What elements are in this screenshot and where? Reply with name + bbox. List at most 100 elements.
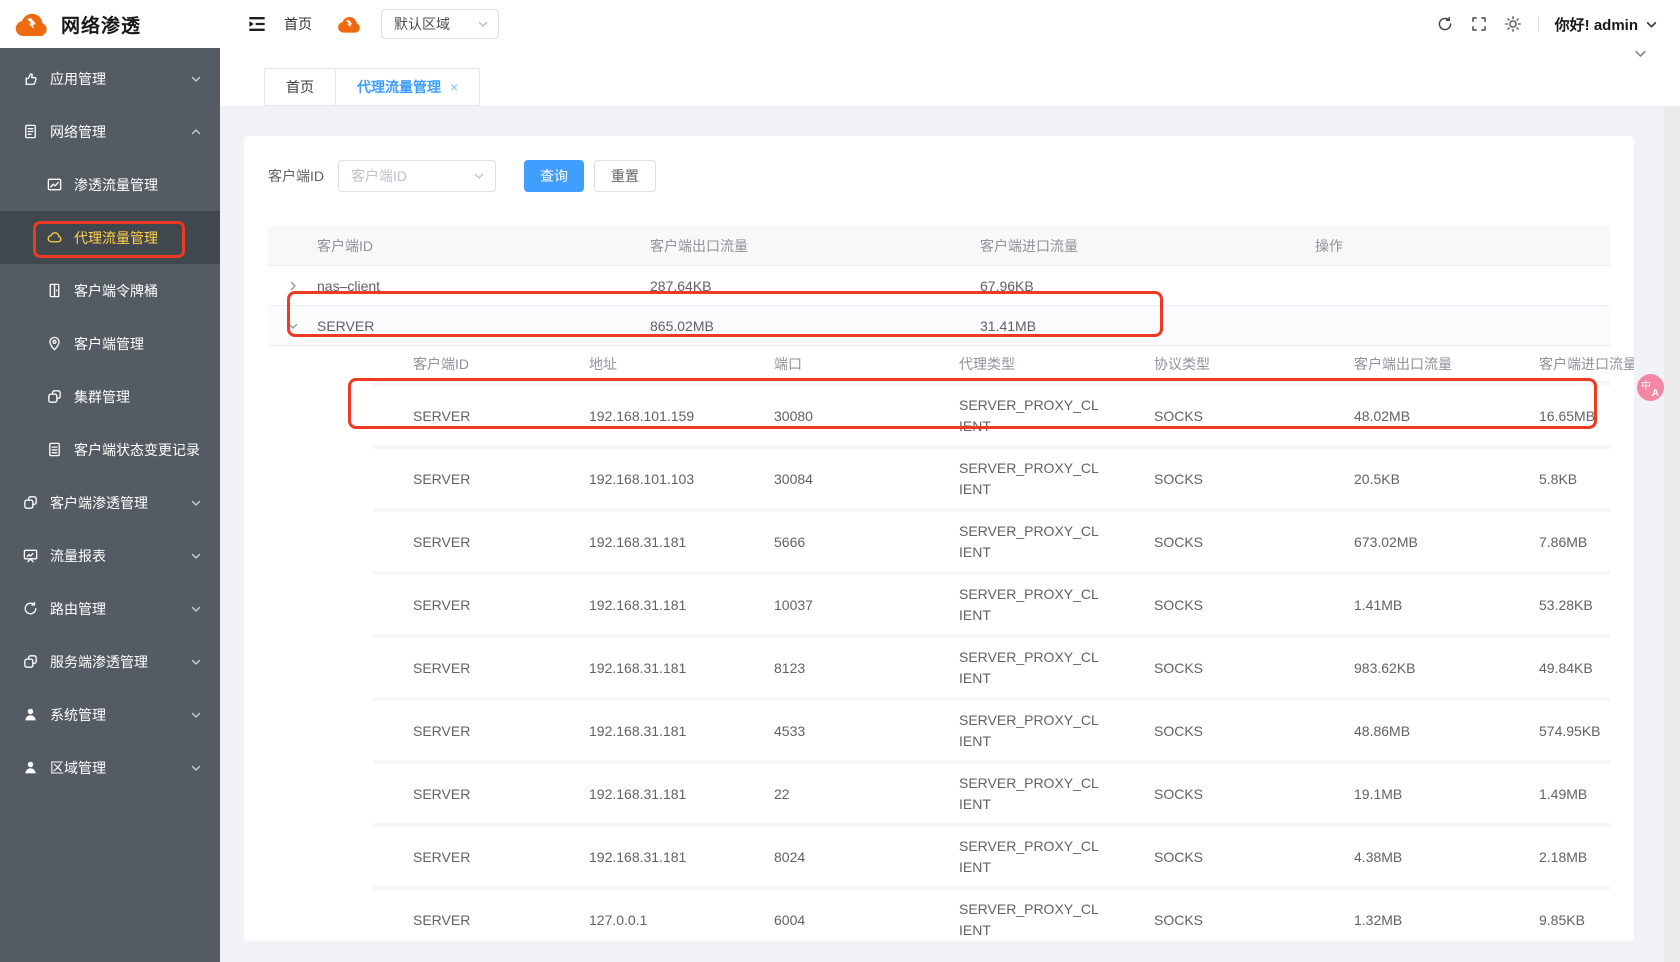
sidebar-item-label: 服务端渗透管理 [50, 652, 190, 672]
cell-protocol-type: SOCKS [1114, 786, 1314, 802]
cell-protocol-type: SOCKS [1114, 849, 1314, 865]
search-button[interactable]: 查询 [524, 160, 584, 192]
cell-out-traffic: 673.02MB [1314, 534, 1499, 550]
cell-out-traffic: 1.41MB [1314, 597, 1499, 613]
reset-button[interactable]: 重置 [594, 160, 656, 192]
cell-in-traffic: 16.65MB [1499, 408, 1610, 424]
brand-cloud-icon [13, 11, 51, 38]
collapse-row-icon[interactable] [268, 320, 317, 332]
chevron-down-icon [190, 73, 202, 85]
trend-chart-icon [46, 176, 63, 193]
cell-client-id: SERVER [373, 849, 549, 865]
cell-address: 192.168.31.181 [549, 597, 734, 613]
cell-proxy-type: SERVER_PROXY_CLIENT [919, 521, 1114, 563]
inner-table: 客户端ID地址端口代理类型协议类型客户端出口流量客户端进口流量SERVER192… [373, 346, 1610, 941]
cell-client-id: SERVER [317, 318, 650, 334]
sidebar-item-location-pin[interactable]: 客户端管理 [0, 317, 220, 370]
tab-close-icon[interactable]: × [450, 79, 458, 95]
main-area: 首页 默认区域 你好! admin [220, 0, 1680, 962]
cell-address: 192.168.101.103 [549, 471, 734, 487]
cell-proxy-type: SERVER_PROXY_CLIENT [919, 395, 1114, 437]
filter-row: 客户端ID 客户端ID 查询 重置 [244, 136, 1634, 192]
cell-in-traffic: 2.18MB [1499, 849, 1610, 865]
chevron-down-icon [190, 709, 202, 721]
tab-label: 代理流量管理 [357, 77, 441, 97]
sidebar-item-label: 代理流量管理 [74, 228, 202, 248]
sidebar-group-document[interactable]: 网络管理 [0, 105, 220, 158]
translate-fab[interactable]: 中 A [1637, 374, 1664, 401]
region-cloud-icon [336, 15, 363, 34]
sidebar-group-thumb[interactable]: 应用管理 [0, 52, 220, 105]
sidebar-group-link[interactable]: 客户端渗透管理 [0, 476, 220, 529]
client-id-select[interactable]: 客户端ID [338, 160, 496, 192]
sidebar-item-cluster[interactable]: 集群管理 [0, 370, 220, 423]
inner-table-row[interactable]: SERVER192.168.31.1818024SERVER_PROXY_CLI… [373, 823, 1610, 886]
document-icon [22, 123, 39, 140]
cell-client-id: SERVER [373, 534, 549, 550]
inner-table-row[interactable]: SERVER192.168.31.18110037SERVER_PROXY_CL… [373, 571, 1610, 634]
chevron-down-icon [190, 497, 202, 509]
cell-protocol-type: SOCKS [1114, 912, 1314, 928]
tab-home[interactable]: 首页 [264, 68, 336, 106]
outer-header-cell: 操作 [1315, 236, 1610, 256]
inner-table-row[interactable]: SERVER127.0.0.16004SERVER_PROXY_CLIENTSO… [373, 886, 1610, 941]
report-board-icon [22, 547, 39, 564]
sidebar-group-route[interactable]: 路由管理 [0, 582, 220, 635]
cell-out-traffic: 48.86MB [1314, 723, 1499, 739]
header-block: 首页 默认区域 你好! admin [220, 0, 1680, 107]
cell-proxy-type: SERVER_PROXY_CLIENT [919, 899, 1114, 941]
cell-protocol-type: SOCKS [1114, 660, 1314, 676]
cell-client-id: SERVER [373, 786, 549, 802]
cell-address: 192.168.31.181 [549, 849, 734, 865]
tab-active[interactable]: 代理流量管理 × [335, 68, 480, 106]
inner-table-row[interactable]: SERVER192.168.31.1818123SERVER_PROXY_CLI… [373, 634, 1610, 697]
cell-in-traffic: 1.49MB [1499, 786, 1610, 802]
inner-table-header: 客户端ID地址端口代理类型协议类型客户端出口流量客户端进口流量 [373, 346, 1610, 382]
cell-address: 192.168.31.181 [549, 723, 734, 739]
chevron-down-icon [190, 656, 202, 668]
record-doc-icon [46, 441, 63, 458]
region-select[interactable]: 默认区域 [381, 9, 499, 39]
route-icon [22, 600, 39, 617]
theme-sun-icon[interactable] [1504, 15, 1522, 33]
region-select-value: 默认区域 [394, 14, 450, 34]
cell-client-id: SERVER [373, 912, 549, 928]
tabs-dropdown-icon[interactable] [1633, 0, 1648, 107]
inner-header-cell: 客户端进口流量 [1499, 354, 1634, 374]
inner-table-row[interactable]: SERVER192.168.31.1814533SERVER_PROXY_CLI… [373, 697, 1610, 760]
content-area: 客户端ID 客户端ID 查询 重置 客户端ID客户端出口流量客户端进口流量操作n… [220, 107, 1680, 962]
cell-out-traffic: 983.62KB [1314, 660, 1499, 676]
outer-table-row[interactable]: nas–client287.64KB67.96KB [268, 266, 1610, 306]
outer-header-cell: 客户端进口流量 [980, 236, 1315, 256]
outer-header-cell: 客户端ID [317, 236, 650, 256]
outer-table-row[interactable]: SERVER865.02MB31.41MB [268, 306, 1610, 346]
expand-row-icon[interactable] [268, 280, 317, 292]
inner-header-cell: 协议类型 [1114, 354, 1314, 374]
sidebar-group-link[interactable]: 服务端渗透管理 [0, 635, 220, 688]
cell-port: 30084 [734, 471, 919, 487]
refresh-icon[interactable] [1436, 15, 1454, 33]
sidebar-item-cloud[interactable]: 代理流量管理 [0, 211, 220, 264]
sidebar-group-report-board[interactable]: 流量报表 [0, 529, 220, 582]
inner-header-cell: 端口 [734, 354, 919, 374]
sidebar-group-user[interactable]: 系统管理 [0, 688, 220, 741]
inner-header-cell: 地址 [549, 354, 734, 374]
cell-client-id: nas–client [317, 278, 650, 294]
cloud-icon [46, 229, 63, 246]
cell-out-traffic: 48.02MB [1314, 408, 1499, 424]
inner-table-row[interactable]: SERVER192.168.31.1815666SERVER_PROXY_CLI… [373, 508, 1610, 571]
inner-table-row[interactable]: SERVER192.168.101.15930080SERVER_PROXY_C… [373, 382, 1610, 445]
sidebar-item-record-doc[interactable]: 客户端状态变更记录 [0, 423, 220, 476]
sidebar-item-token-bucket[interactable]: 客户端令牌桶 [0, 264, 220, 317]
inner-table-row[interactable]: SERVER192.168.31.18122SERVER_PROXY_CLIEN… [373, 760, 1610, 823]
fullscreen-icon[interactable] [1470, 15, 1488, 33]
sidebar-group-user[interactable]: 区域管理 [0, 741, 220, 794]
cell-protocol-type: SOCKS [1114, 408, 1314, 424]
cluster-icon [46, 388, 63, 405]
inner-table-row[interactable]: SERVER192.168.101.10330084SERVER_PROXY_C… [373, 445, 1610, 508]
cell-proxy-type: SERVER_PROXY_CLIENT [919, 773, 1114, 815]
collapse-sidebar-icon[interactable] [248, 15, 266, 33]
thumb-icon [22, 70, 39, 87]
scrollbar-track[interactable] [1664, 107, 1680, 962]
sidebar-item-trend-chart[interactable]: 渗透流量管理 [0, 158, 220, 211]
